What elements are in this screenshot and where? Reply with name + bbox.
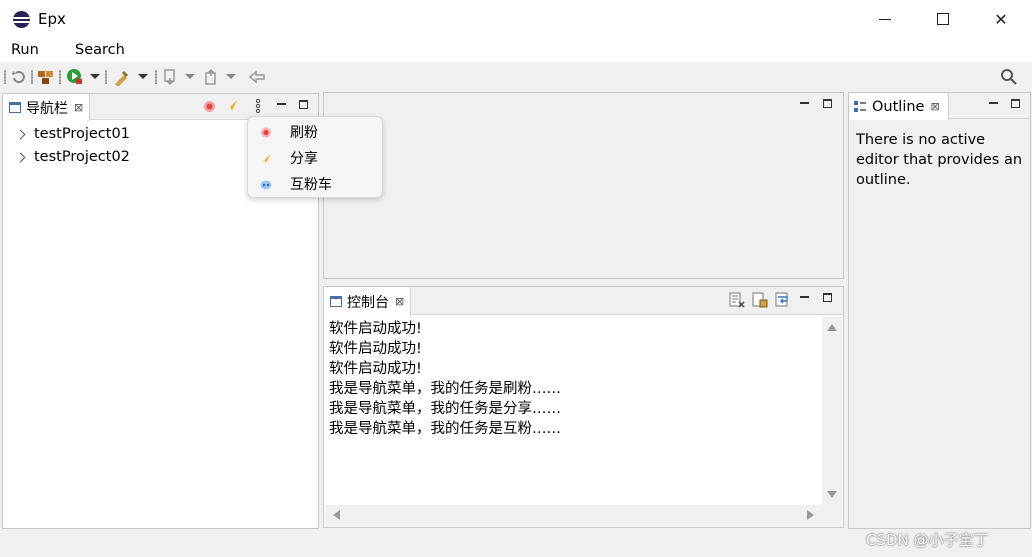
title-bar: Epx ✕ bbox=[0, 0, 1032, 38]
outline-icon bbox=[854, 100, 866, 112]
menu-item-label: 刷粉 bbox=[290, 125, 318, 141]
minimize-view-icon[interactable] bbox=[989, 102, 998, 104]
minimize-icon bbox=[879, 18, 891, 20]
outline-header: Outline ⊠ bbox=[849, 93, 1030, 120]
console-horizontal-scrollbar[interactable] bbox=[325, 505, 842, 526]
console-line: 我是导航菜单，我的任务是互粉…… bbox=[329, 421, 561, 437]
maximize-view-icon[interactable] bbox=[823, 293, 832, 302]
minimize-view-icon[interactable] bbox=[277, 103, 286, 105]
tool-icon[interactable] bbox=[113, 68, 131, 86]
console-panel: 控制台 ⊠ 软件启动成功! 软件启动成功! 软件启动成功! 我是导航菜单，我的任… bbox=[323, 286, 844, 528]
next-annotation-icon[interactable] bbox=[162, 68, 180, 86]
clear-console-icon[interactable] bbox=[729, 292, 745, 308]
previous-annotation-dropdown-arrow[interactable] bbox=[226, 74, 236, 79]
console-line: 软件启动成功! bbox=[329, 341, 422, 357]
menu-item-share[interactable]: 分享 bbox=[248, 145, 382, 171]
minimize-button[interactable] bbox=[862, 0, 908, 38]
main-toolbar bbox=[0, 62, 1032, 92]
previous-annotation-icon[interactable] bbox=[203, 68, 221, 86]
search-icon[interactable] bbox=[1000, 68, 1018, 86]
chevron-right-icon[interactable] bbox=[15, 129, 26, 139]
word-wrap-icon[interactable] bbox=[775, 292, 791, 308]
close-icon[interactable]: ⊠ bbox=[74, 101, 83, 114]
share-icon bbox=[261, 153, 271, 163]
chevron-right-icon[interactable] bbox=[15, 152, 26, 162]
tab-outline[interactable]: Outline ⊠ bbox=[849, 93, 949, 120]
menu-search[interactable]: Search bbox=[75, 42, 125, 58]
close-icon[interactable]: ⊠ bbox=[395, 295, 404, 308]
window-title: Epx bbox=[38, 10, 66, 28]
toolbar-grip[interactable] bbox=[4, 70, 6, 84]
close-icon[interactable]: ⊠ bbox=[930, 100, 939, 113]
menu-run[interactable]: Run bbox=[11, 42, 39, 58]
outline-empty-message: There is no active editor that provides … bbox=[856, 132, 1023, 188]
console-line: 我是导航菜单，我的任务是分享…… bbox=[329, 401, 561, 417]
maximize-view-icon[interactable] bbox=[823, 99, 832, 108]
scroll-down-icon[interactable] bbox=[827, 491, 837, 498]
maximize-view-icon[interactable] bbox=[1011, 99, 1020, 108]
fans-icon[interactable] bbox=[203, 100, 216, 113]
run-icon[interactable] bbox=[66, 68, 84, 86]
minimize-view-icon[interactable] bbox=[800, 296, 809, 298]
toolbar-grip bbox=[59, 70, 61, 84]
car-icon bbox=[260, 180, 272, 189]
run-dropdown-arrow[interactable] bbox=[90, 74, 100, 79]
close-button[interactable]: ✕ bbox=[978, 0, 1024, 38]
tab-console[interactable]: 控制台 ⊠ bbox=[324, 287, 412, 316]
eclipse-app-icon bbox=[13, 11, 30, 28]
next-annotation-dropdown-arrow[interactable] bbox=[185, 74, 195, 79]
menu-item-label: 分享 bbox=[290, 151, 318, 167]
menu-item-label: 互粉车 bbox=[290, 177, 332, 193]
close-icon: ✕ bbox=[994, 9, 1008, 29]
scroll-lock-icon[interactable] bbox=[752, 292, 768, 308]
fans-icon bbox=[261, 127, 271, 137]
view-dropdown-menu: 刷粉 分享 互粉车 bbox=[247, 116, 383, 198]
menu-item-fans[interactable]: 刷粉 bbox=[248, 119, 382, 145]
console-vertical-scrollbar[interactable] bbox=[822, 317, 842, 505]
maximize-button[interactable] bbox=[920, 0, 966, 38]
scroll-right-icon[interactable] bbox=[807, 510, 814, 520]
scroll-up-icon[interactable] bbox=[827, 324, 837, 331]
maximize-view-icon[interactable] bbox=[299, 100, 308, 109]
project-label: testProject02 bbox=[34, 149, 130, 165]
menu-item-mutual-fans[interactable]: 互粉车 bbox=[248, 171, 382, 197]
console-line: 我是导航菜单，我的任务是刷粉…… bbox=[329, 381, 561, 397]
outline-panel: Outline ⊠ There is no active editor that… bbox=[848, 92, 1031, 529]
toolbar-grip bbox=[31, 70, 33, 84]
view-icon bbox=[9, 102, 21, 113]
refresh-icon[interactable] bbox=[10, 68, 28, 86]
view-menu-icon[interactable] bbox=[255, 98, 261, 114]
project-label: testProject01 bbox=[34, 126, 130, 142]
menu-bar: Run Search bbox=[0, 38, 1032, 62]
toolbar-grip bbox=[105, 70, 107, 84]
tree-item-project-1[interactable]: testProject01 bbox=[15, 126, 130, 142]
outline-tab-label: Outline bbox=[872, 98, 925, 115]
maximize-icon bbox=[937, 13, 949, 25]
tree-item-project-2[interactable]: testProject02 bbox=[15, 149, 130, 165]
minimize-view-icon[interactable] bbox=[800, 102, 809, 104]
back-icon[interactable] bbox=[248, 68, 266, 86]
tab-navigator[interactable]: 导航栏 ⊠ bbox=[3, 94, 91, 121]
tool-dropdown-arrow[interactable] bbox=[138, 74, 148, 79]
console-line: 软件启动成功! bbox=[329, 361, 422, 377]
share-icon[interactable] bbox=[225, 99, 238, 112]
watermark: CSDN @小子宝丁 bbox=[866, 531, 989, 549]
editor-area bbox=[323, 92, 844, 279]
navigator-tab-label: 导航栏 bbox=[26, 100, 68, 117]
scroll-left-icon[interactable] bbox=[333, 510, 340, 520]
console-header: 控制台 ⊠ bbox=[324, 287, 843, 316]
packages-icon[interactable] bbox=[37, 68, 55, 86]
console-tab-label: 控制台 bbox=[347, 294, 389, 311]
console-line: 软件启动成功! bbox=[329, 321, 422, 337]
toolbar-grip bbox=[155, 70, 157, 84]
console-icon bbox=[330, 296, 342, 307]
